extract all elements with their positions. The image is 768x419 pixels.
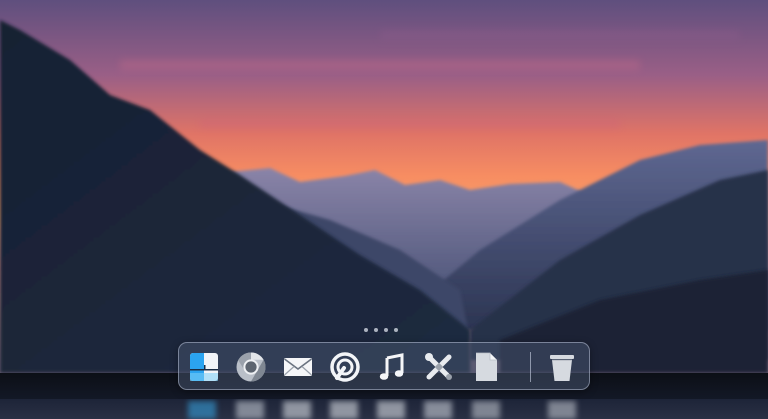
reflection-blob: [548, 401, 576, 419]
file-manager-icon: [190, 353, 218, 381]
dock-item-tools[interactable]: [422, 350, 456, 384]
dock-item-trash[interactable]: [545, 350, 579, 384]
reflection-blob: [188, 401, 216, 419]
dock-separator: [530, 352, 531, 382]
dock-reflection: [0, 399, 768, 419]
reflection-blob: [236, 401, 264, 419]
trash-icon: [550, 355, 574, 381]
music-note-icon: [379, 353, 404, 380]
page-dot: [374, 328, 378, 332]
transmission-icon: [330, 352, 360, 382]
page-dot: [394, 328, 398, 332]
tools-icon: [425, 353, 452, 380]
page-dot: [364, 328, 368, 332]
dock-page-indicator: [364, 327, 404, 333]
reflection-blob: [472, 401, 500, 419]
dock-item-browser[interactable]: [234, 350, 268, 384]
reflection-blob: [330, 401, 358, 419]
page-dot: [384, 328, 388, 332]
chrome-icon: [236, 352, 266, 382]
dock-item-music[interactable]: [375, 350, 409, 384]
dock: [178, 342, 590, 390]
dock-item-documents[interactable]: [469, 350, 503, 384]
dock-item-files[interactable]: [187, 350, 221, 384]
reflection-blob: [377, 401, 405, 419]
document-icon: [476, 352, 497, 381]
reflection-blob: [424, 401, 452, 419]
reflection-blob: [283, 401, 311, 419]
dock-item-mail[interactable]: [281, 350, 315, 384]
dock-item-torrent[interactable]: [328, 350, 362, 384]
mail-icon: [284, 358, 312, 376]
